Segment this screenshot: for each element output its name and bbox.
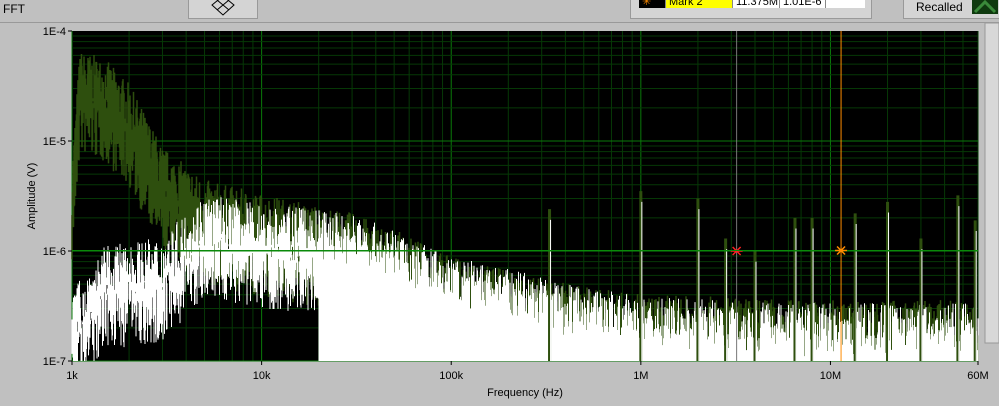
zoom-diamond-icon bbox=[211, 0, 235, 16]
x-tick-label: 60M bbox=[967, 370, 988, 382]
scrollbar bbox=[984, 22, 999, 344]
graph-title: FFT bbox=[3, 2, 25, 16]
y-tick-label: 1E-7 bbox=[43, 356, 66, 368]
y-tick-label: 1E-6 bbox=[43, 246, 66, 258]
y-axis-label: Amplitude (V) bbox=[26, 163, 38, 230]
cursor-marker-icon: ✳ bbox=[639, 0, 666, 8]
fft-chart[interactable]: 1k 10k 100k 1M 10M 60M 1E-4 1E-5 1E-6 1E-7 Frequen… bbox=[0, 22, 999, 403]
y-tick-label: 1E-4 bbox=[43, 26, 66, 38]
recalled-label: Recalled bbox=[916, 0, 963, 14]
cursor-y: 1.01E-6 bbox=[780, 0, 826, 8]
cursor-row[interactable]: ✳ Mark 2 11.375M 1.01E-6 bbox=[639, 0, 865, 8]
cursor-x: 11.375M bbox=[733, 0, 780, 8]
cursor-legend: ✳ Mark 2 11.375M 1.01E-6 bbox=[630, 0, 872, 19]
x-tick-label: 100k bbox=[439, 370, 463, 382]
y-tick-label: 1E-5 bbox=[43, 136, 66, 148]
x-tick-label: 1M bbox=[633, 370, 648, 382]
cursor-name[interactable]: Mark 2 bbox=[666, 0, 733, 8]
x-tick-label: 10M bbox=[820, 370, 841, 382]
x-tick-label: 10k bbox=[253, 370, 271, 382]
x-tick-label: 1k bbox=[66, 370, 78, 382]
fft-graph: 1k 10k 100k 1M 10M 60M 1E-4 1E-5 1E-6 1E-7 Frequen… bbox=[0, 22, 999, 403]
recalled-led-icon bbox=[972, 0, 998, 14]
zoom-tool-button[interactable] bbox=[188, 0, 258, 19]
recalled-indicator: Recalled bbox=[903, 0, 999, 19]
x-axis-label: Frequency (Hz) bbox=[487, 387, 563, 399]
